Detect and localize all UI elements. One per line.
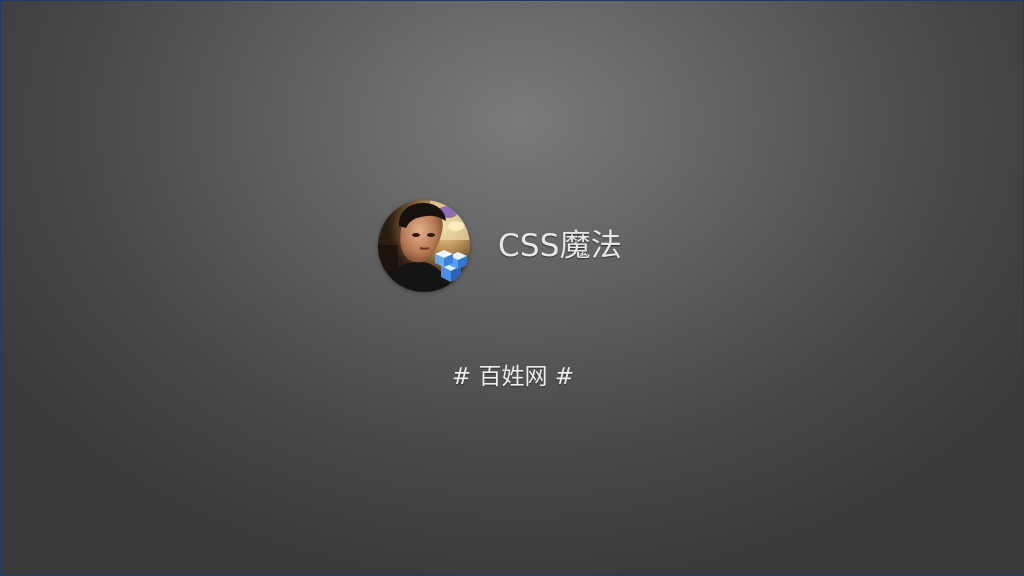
slide-title: CSS魔法 (498, 227, 623, 264)
presentation-slide: CSS魔法 # 百姓网 # (0, 0, 1024, 576)
avatar (378, 200, 470, 292)
slide-subtitle: # 百姓网 # (451, 364, 575, 390)
avatar-photo (378, 200, 470, 292)
title-block: CSS魔法 (378, 200, 622, 292)
